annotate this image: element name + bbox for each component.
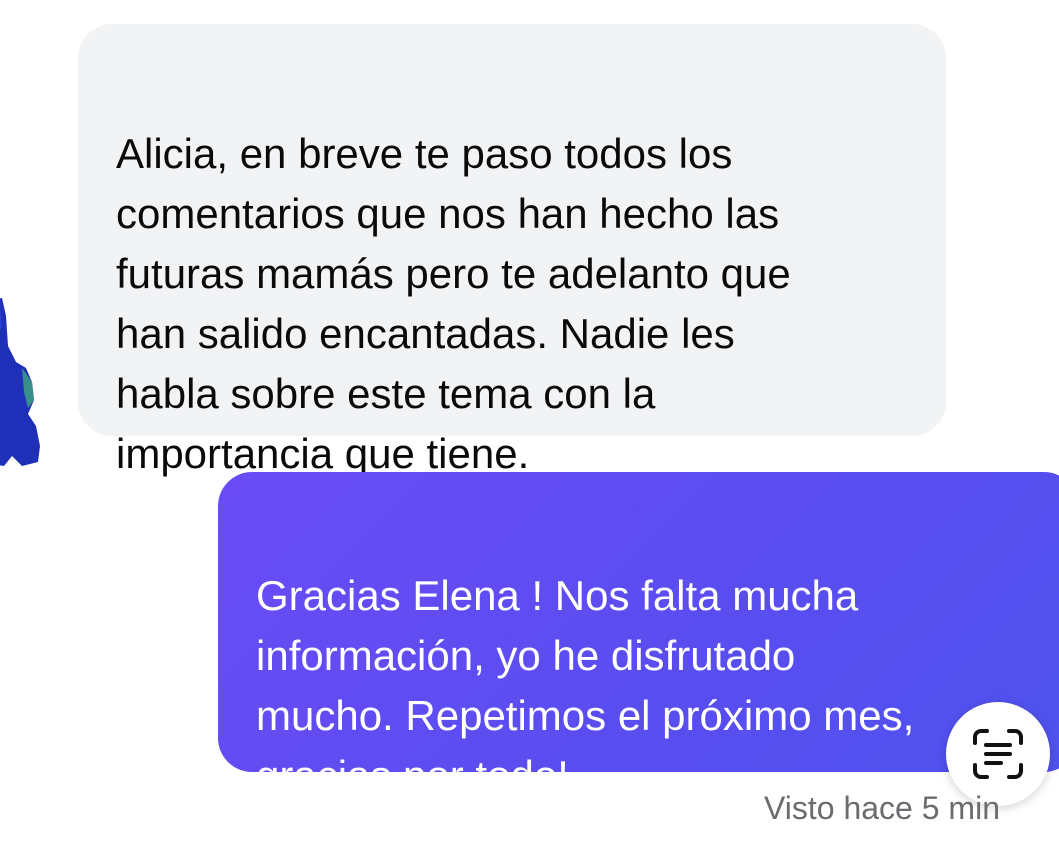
- avatar[interactable]: [0, 296, 44, 468]
- incoming-message-text: Alicia, en breve te paso todos los comen…: [116, 130, 791, 477]
- incoming-message[interactable]: Alicia, en breve te paso todos los comen…: [78, 24, 946, 477]
- chat-thread: Alicia, en breve te paso todos los comen…: [0, 0, 1059, 849]
- outgoing-message[interactable]: Gracias Elena ! Nos falta mucha informac…: [218, 472, 1059, 799]
- live-text-scan-icon: [973, 729, 1023, 779]
- outgoing-message-text: Gracias Elena ! Nos falta mucha informac…: [256, 572, 915, 799]
- avatar-image: [0, 298, 40, 466]
- read-receipt: Visto hace 5 min: [764, 790, 1000, 826]
